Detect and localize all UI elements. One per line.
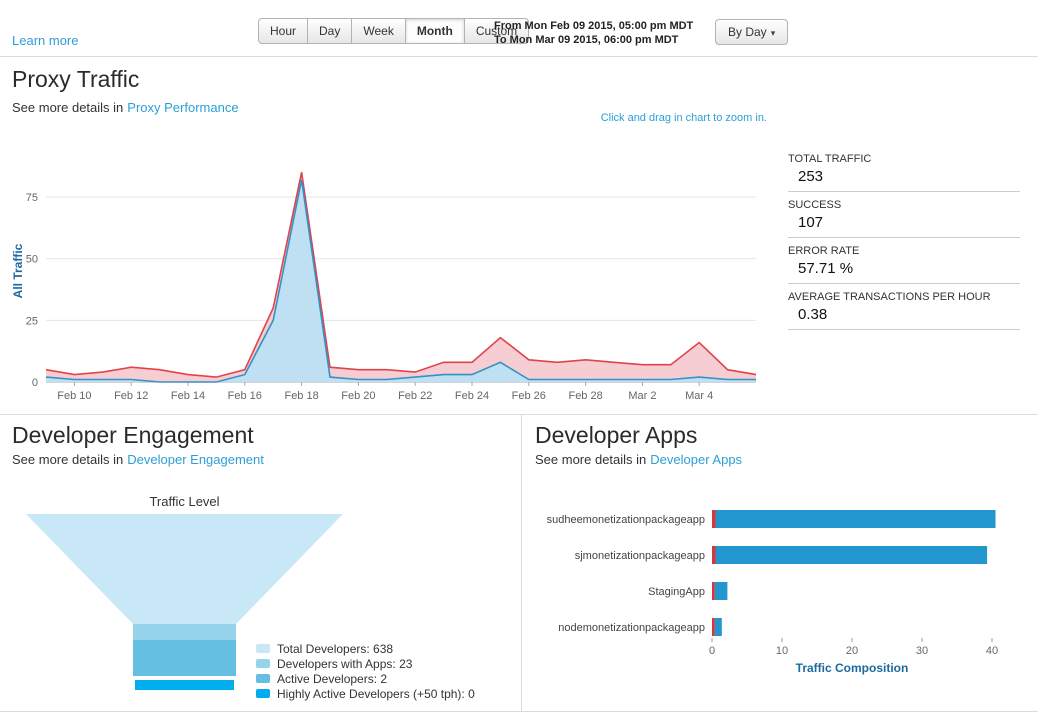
stat-success: SUCCESS 107 — [788, 196, 1020, 238]
developer-engagement-title: Developer Engagement — [12, 422, 254, 448]
legend-label: Highly Active Developers (+50 tph): 0 — [277, 686, 475, 701]
stat-value: 107 — [798, 214, 824, 231]
svg-text:Feb 18: Feb 18 — [284, 390, 318, 402]
legend-label: Developers with Apps: 23 — [277, 656, 413, 671]
svg-text:Feb 26: Feb 26 — [512, 390, 546, 402]
bottom-divider — [0, 711, 1038, 712]
legend-item: Developers with Apps: 23 — [256, 656, 475, 671]
svg-text:sudheemonetizationpackageapp: sudheemonetizationpackageapp — [547, 514, 705, 526]
group-by-label: By Day — [728, 25, 767, 39]
developer-apps-chart-area: sudheemonetizationpackageapp sjmonetizati… — [528, 500, 1033, 683]
svg-text:0: 0 — [709, 645, 715, 657]
proxy-traffic-subtitle: See more details in Proxy Performance — [12, 100, 239, 115]
stat-label: TOTAL TRAFFIC — [788, 153, 872, 165]
developer-apps-subtitle: See more details in Developer Apps — [535, 452, 742, 467]
stat-value: 57.71 % — [798, 260, 854, 277]
section-divider — [0, 414, 1038, 415]
topbar-divider — [0, 56, 1038, 57]
svg-text:50: 50 — [26, 254, 38, 266]
svg-text:25: 25 — [26, 315, 38, 327]
date-from-label: From Mon Feb 09 2015, 05:00 pm MDT — [494, 20, 694, 32]
subtitle-text: See more details in — [535, 452, 647, 467]
proxy-traffic-stats: TOTAL TRAFFIC 253 SUCCESS 107 ERROR RATE… — [788, 150, 1020, 334]
proxy-traffic-chart[interactable]: 0 25 50 75 Feb 10 Feb 12 Feb 14 Feb 16 Feb 18 Feb… — [8, 148, 768, 410]
learn-more-link[interactable]: Learn more — [12, 33, 78, 48]
developer-apps-chart: sudheemonetizationpackageapp sjmonetizati… — [547, 510, 998, 675]
stat-value: 0.38 — [798, 306, 828, 323]
legend-swatch-icon — [256, 644, 270, 653]
time-button-week[interactable]: Week — [351, 18, 406, 44]
proxy-traffic-title: Proxy Traffic — [12, 66, 140, 92]
date-to-label: To Mon Mar 09 2015, 06:00 pm MDT — [494, 34, 679, 46]
svg-text:Mar 4: Mar 4 — [685, 390, 713, 402]
stat-value: 253 — [798, 168, 824, 185]
svg-text:20: 20 — [846, 645, 858, 657]
svg-text:30: 30 — [916, 645, 928, 657]
stat-total-traffic: TOTAL TRAFFIC 253 — [788, 150, 1020, 192]
time-button-month[interactable]: Month — [404, 18, 465, 44]
svg-text:40: 40 — [986, 645, 998, 657]
legend-item: Highly Active Developers (+50 tph): 0 — [256, 686, 475, 701]
svg-text:sjmonetizationpackageapp: sjmonetizationpackageapp — [575, 550, 705, 562]
proxy-performance-link[interactable]: Proxy Performance — [127, 100, 238, 115]
svg-text:StagingApp: StagingApp — [648, 586, 705, 598]
zoom-hint: Click and drag in chart to zoom in. — [600, 112, 767, 124]
svg-text:Traffic Composition: Traffic Composition — [796, 661, 909, 675]
subtitle-text: See more details in — [12, 100, 124, 115]
stat-label: AVERAGE TRANSACTIONS PER HOUR — [788, 291, 991, 303]
stat-label: ERROR RATE — [788, 245, 860, 257]
time-button-day[interactable]: Day — [307, 18, 353, 44]
svg-text:Feb 10: Feb 10 — [57, 390, 91, 402]
legend-swatch-icon — [256, 659, 270, 668]
svg-text:nodemonetizationpackageapp: nodemonetizationpackageapp — [558, 622, 705, 634]
stat-avg-tph: AVERAGE TRANSACTIONS PER HOUR 0.38 — [788, 288, 1020, 330]
svg-text:Feb 14: Feb 14 — [171, 390, 205, 402]
time-button-hour[interactable]: Hour — [258, 18, 309, 44]
svg-text:10: 10 — [776, 645, 788, 657]
svg-text:Mar 2: Mar 2 — [628, 390, 656, 402]
svg-text:Feb 12: Feb 12 — [114, 390, 148, 402]
proxy-traffic-chart-area: 0 25 50 75 Feb 10 Feb 12 Feb 14 Feb 16 Feb 18 Feb… — [8, 148, 768, 410]
svg-text:Feb 22: Feb 22 — [398, 390, 432, 402]
developer-engagement-link[interactable]: Developer Engagement — [127, 452, 264, 467]
vertical-divider — [521, 414, 522, 712]
developer-apps-title: Developer Apps — [535, 422, 698, 448]
subtitle-text: See more details in — [12, 452, 124, 467]
svg-text:Feb 20: Feb 20 — [341, 390, 375, 402]
funnel-title: Traffic Level — [149, 494, 220, 509]
legend-item: Active Developers: 2 — [256, 671, 475, 686]
svg-text:Feb 24: Feb 24 — [455, 390, 489, 402]
svg-text:All Traffic: All Traffic — [11, 243, 25, 298]
date-range-label: From Mon Feb 09 2015, 05:00 pm MDT To Mo… — [494, 19, 693, 47]
legend-swatch-icon — [256, 689, 270, 698]
funnel-legend: Total Developers: 638 Developers with App… — [256, 641, 475, 701]
legend-label: Total Developers: 638 — [277, 641, 394, 656]
svg-text:Feb 16: Feb 16 — [228, 390, 262, 402]
developer-engagement-subtitle: See more details in Developer Engagement — [12, 452, 264, 467]
caret-down-icon: ▾ — [770, 28, 776, 38]
legend-item: Total Developers: 638 — [256, 641, 475, 656]
svg-text:Feb 28: Feb 28 — [568, 390, 602, 402]
legend-label: Active Developers: 2 — [277, 671, 388, 686]
stat-label: SUCCESS — [788, 199, 842, 211]
time-range-button-group: Hour Day Week Month Custom — [258, 18, 530, 44]
stat-error-rate: ERROR RATE 57.71 % — [788, 242, 1020, 284]
legend-swatch-icon — [256, 674, 270, 683]
svg-text:75: 75 — [26, 192, 38, 204]
developer-apps-link[interactable]: Developer Apps — [650, 452, 742, 467]
group-by-dropdown[interactable]: By Day ▾ — [715, 19, 789, 45]
svg-text:0: 0 — [32, 377, 38, 389]
